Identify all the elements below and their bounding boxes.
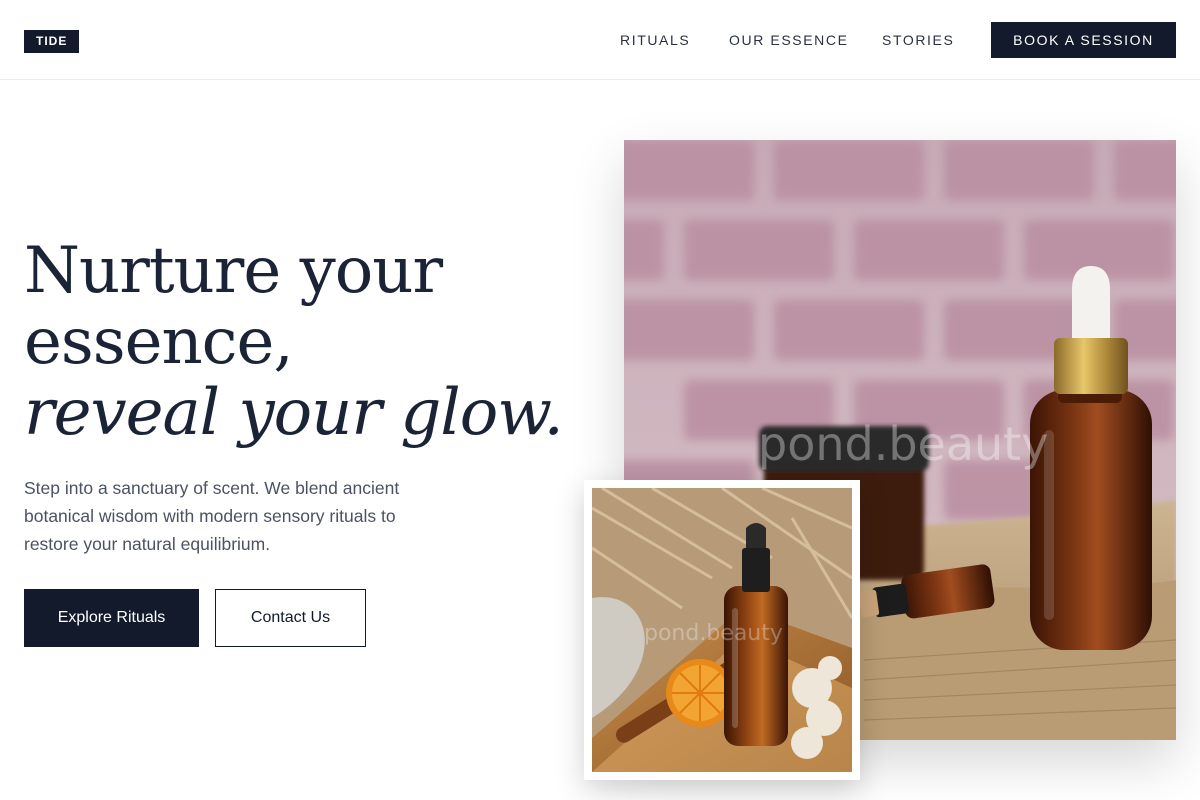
dropper-bottle-with-orange-image: pond.beauty (592, 488, 852, 772)
brand-logo[interactable]: TIDE (24, 30, 80, 53)
hero-headline: Nurture your essence, reveal your glow. (24, 234, 564, 450)
nav-link-our-essence[interactable]: OUR ESSENCE (729, 31, 849, 49)
inset-photo-watermark: pond.beauty (644, 621, 783, 646)
nav-link-rituals[interactable]: RITUALS (620, 31, 690, 49)
inset-photo-frame: pond.beauty (584, 480, 860, 780)
contact-us-button[interactable]: Contact Us (215, 589, 366, 647)
headline-line-2: essence, (24, 305, 294, 379)
top-navigation-bar: TIDE RITUALS OUR ESSENCE STORIES BOOK A … (0, 0, 1200, 80)
headline-line-1: Nurture your (24, 234, 443, 308)
inset-product-photo: pond.beauty (592, 488, 852, 772)
book-session-button[interactable]: BOOK A SESSION (991, 22, 1176, 58)
headline-line-3: reveal your glow. (24, 376, 564, 450)
explore-rituals-button[interactable]: Explore Rituals (24, 589, 199, 647)
main-photo-watermark: pond.beauty (758, 417, 1048, 471)
hero-description: Step into a sanctuary of scent. We blend… (24, 478, 400, 554)
nav-link-stories[interactable]: STORIES (882, 31, 954, 49)
